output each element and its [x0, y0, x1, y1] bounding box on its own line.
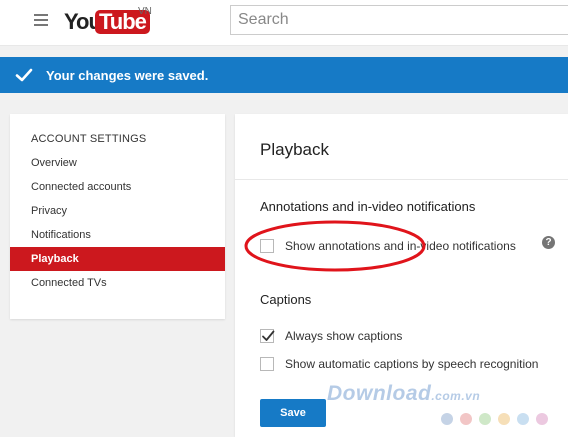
always-show-captions-label: Always show captions — [285, 329, 403, 343]
saved-notification-banner: Your changes were saved. — [0, 57, 568, 93]
sidebar-nav: Overview Connected accounts Privacy Noti… — [10, 151, 225, 295]
sidebar-item-connected-tvs[interactable]: Connected TVs — [10, 271, 225, 295]
annotations-heading: Annotations and in-video notifications — [260, 199, 476, 214]
captions-heading: Captions — [260, 292, 312, 307]
divider — [235, 179, 568, 180]
search-input[interactable] — [230, 5, 568, 35]
checkbox-check-icon — [262, 330, 275, 341]
download-watermark: Download.com.vn — [327, 382, 480, 406]
save-button[interactable]: Save — [260, 399, 326, 427]
page-title: Playback — [260, 140, 329, 159]
watermark-suffix: .com.vn — [431, 389, 481, 403]
top-header: You Tube VN — [0, 0, 568, 46]
sidebar-item-notifications[interactable]: Notifications — [10, 223, 225, 247]
automatic-captions-label: Show automatic captions by speech recogn… — [285, 357, 539, 371]
hamburger-menu-icon[interactable] — [34, 14, 48, 26]
automatic-captions-checkbox[interactable] — [260, 357, 274, 371]
banner-message: Your changes were saved. — [46, 68, 209, 83]
watermark-text: Download — [327, 382, 432, 405]
logo-region-label: VN — [138, 6, 152, 17]
annotations-checkbox[interactable] — [260, 239, 274, 253]
always-show-captions-checkbox[interactable] — [260, 329, 275, 343]
sidebar-item-overview[interactable]: Overview — [10, 151, 225, 175]
sidebar-item-privacy[interactable]: Privacy — [10, 199, 225, 223]
sidebar-title: ACCOUNT SETTINGS — [31, 133, 147, 145]
checkmark-icon — [15, 68, 33, 82]
annotations-option-label: Show annotations and in-video notificati… — [285, 239, 516, 253]
watermark-dots — [441, 412, 555, 430]
sidebar-item-playback[interactable]: Playback — [10, 247, 225, 271]
question-circle-icon[interactable]: ? — [542, 236, 555, 249]
account-settings-sidebar: ACCOUNT SETTINGS Overview Connected acco… — [10, 114, 225, 319]
sidebar-item-connected-accounts[interactable]: Connected accounts — [10, 175, 225, 199]
